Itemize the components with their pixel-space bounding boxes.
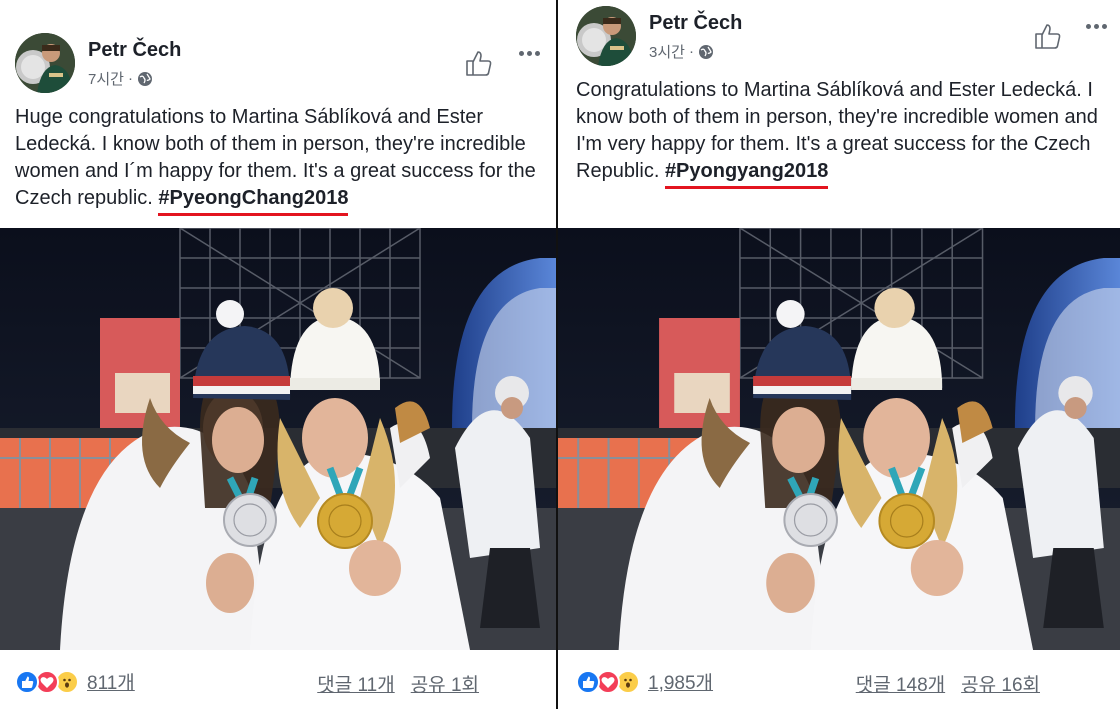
post-footer: 811개 댓글 11개 공유 1회 <box>0 650 556 709</box>
post-photo[interactable] <box>558 228 1120 650</box>
post-header: Petr Čech 7시간 · <box>15 33 541 95</box>
globe-icon <box>137 71 153 87</box>
avatar[interactable] <box>15 33 75 93</box>
post-header: Petr Čech 3시간 · <box>576 6 1108 68</box>
post-body: Congratulations to Martina Sáblíková and… <box>576 79 1098 182</box>
more-dots-icon[interactable] <box>517 47 541 59</box>
post-text: Huge congratulations to Martina Sáblíkov… <box>15 104 545 216</box>
post-right: Petr Čech 3시간 · Congratulations to Marti… <box>558 0 1120 709</box>
more-dots-icon[interactable] <box>1084 20 1108 32</box>
thumbs-up-icon[interactable] <box>1032 20 1064 52</box>
like-reaction-icon <box>15 669 39 694</box>
author-name[interactable]: Petr Čech <box>649 12 742 35</box>
post-time[interactable]: 7시간 <box>88 68 124 89</box>
like-reaction-icon <box>576 669 600 694</box>
reaction-count[interactable]: 811개 <box>87 668 135 695</box>
engagement-counts: 댓글 148개 공유 16회 <box>856 670 1040 697</box>
post-footer: 1,985개 댓글 148개 공유 16회 <box>558 650 1120 709</box>
avatar[interactable] <box>576 6 636 66</box>
author-name[interactable]: Petr Čech <box>88 39 181 62</box>
reaction-count[interactable]: 1,985개 <box>648 668 713 695</box>
post-time[interactable]: 3시간 <box>649 41 685 62</box>
post-meta: 3시간 · <box>649 41 714 62</box>
share-count[interactable]: 공유 16회 <box>961 670 1040 697</box>
post-text: Congratulations to Martina Sáblíková and… <box>576 77 1106 189</box>
post-meta: 7시간 · <box>88 68 153 89</box>
hashtag-link[interactable]: #Pyongyang2018 <box>664 158 829 189</box>
share-count[interactable]: 공유 1회 <box>411 670 479 697</box>
engagement-counts: 댓글 11개 공유 1회 <box>317 670 479 697</box>
meta-separator: · <box>127 70 133 87</box>
post-left: Petr Čech 7시간 · Huge congratulations to … <box>0 0 556 709</box>
reactions-summary[interactable]: 1,985개 <box>576 668 713 695</box>
reactions-summary[interactable]: 811개 <box>15 668 135 695</box>
globe-icon <box>698 44 714 60</box>
meta-separator: · <box>688 43 694 60</box>
comment-count[interactable]: 댓글 11개 <box>317 670 394 697</box>
hashtag-link[interactable]: #PyeongChang2018 <box>158 185 349 216</box>
thumbs-up-icon[interactable] <box>463 47 495 79</box>
post-photo[interactable] <box>0 228 556 650</box>
comment-count[interactable]: 댓글 148개 <box>856 670 945 697</box>
